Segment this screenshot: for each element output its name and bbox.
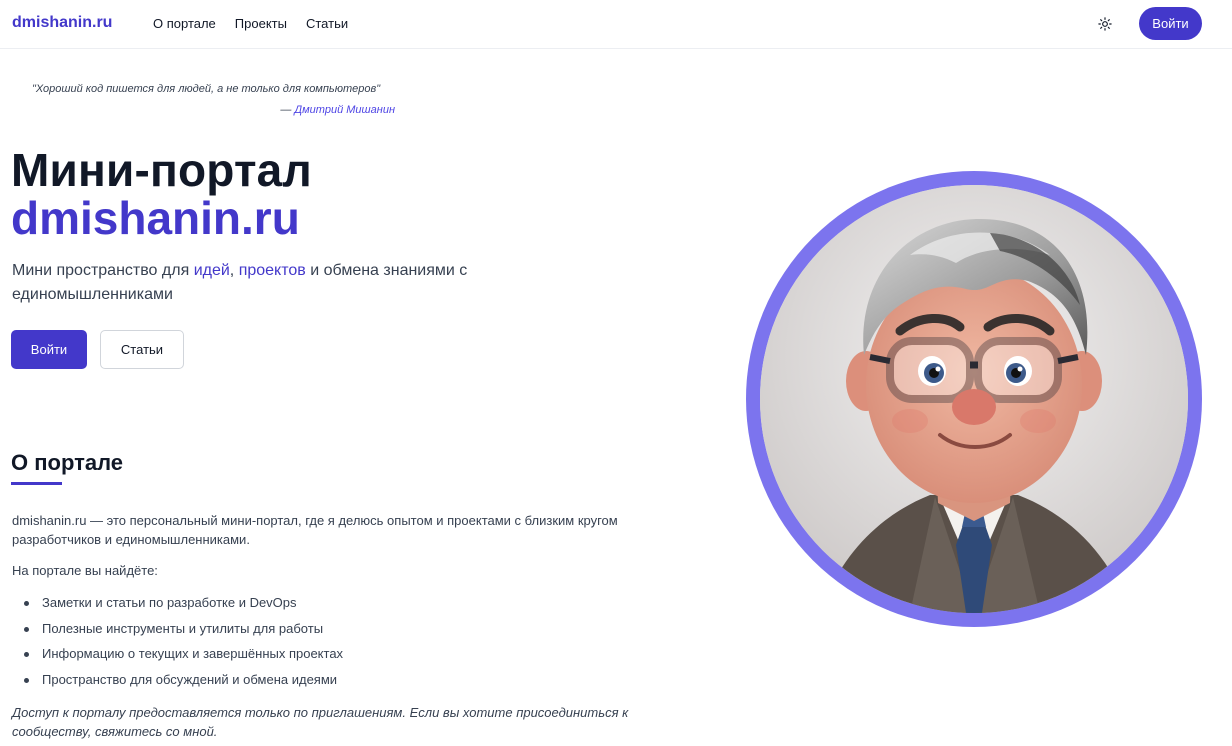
quote-text: "Хороший код пишется для людей, а не тол… [32,83,381,95]
site-logo[interactable]: dmishanin.ru [12,14,112,32]
header-login-button[interactable]: Войти [1139,7,1202,40]
hero-title: Мини-портал [11,144,312,196]
hero-subtitle-projects: проектов [238,262,306,279]
hero-articles-button[interactable]: Статьи [100,330,184,369]
list-item: Информацию о текущих и завершённых проек… [24,646,343,672]
avatar-illustration [760,185,1188,613]
list-item: Заметки и статьи по разработке и DevOps [24,595,343,621]
main-nav: О портале Проекты Статьи [153,16,367,31]
about-feature-list: Заметки и статьи по разработке и DevOps … [24,595,343,698]
about-paragraph: dmishanin.ru — это персональный мини-пор… [12,513,618,547]
nav-link-about[interactable]: О портале [153,16,216,31]
avatar [760,185,1188,613]
avatar-ring [746,171,1202,627]
about-list-intro: На портале вы найдёте: [12,563,158,578]
hero-subtitle-text-1: Мини пространство для [12,262,194,279]
quote-attribution: — Дмитрий Мишанин [0,104,395,116]
hero-login-button[interactable]: Войти [11,330,87,369]
access-note: Доступ к порталу предоставляется только … [12,705,629,739]
sun-icon [1098,17,1112,31]
nav-link-projects[interactable]: Проекты [235,16,287,31]
theme-toggle-button[interactable] [1094,13,1116,35]
quote-author-name: Дмитрий Мишанин [294,104,395,116]
list-item: Пространство для обсуждений и обмена иде… [24,672,343,698]
list-item: Полезные инструменты и утилиты для работ… [24,621,343,647]
nav-link-articles[interactable]: Статьи [306,16,348,31]
about-heading: О портале [11,450,124,475]
hero-subtitle-text-2: , [229,262,239,279]
top-navbar: dmishanin.ru О портале Проекты Статьи Во… [0,0,1232,49]
quote-dash: — [280,104,295,116]
about-heading-underline [11,482,62,485]
hero-subtitle-ideas: идей [193,262,230,279]
hero-title-domain: dmishanin.ru [11,192,300,244]
hero-subtitle: Мини пространство для идей, проектов и о… [12,259,532,307]
